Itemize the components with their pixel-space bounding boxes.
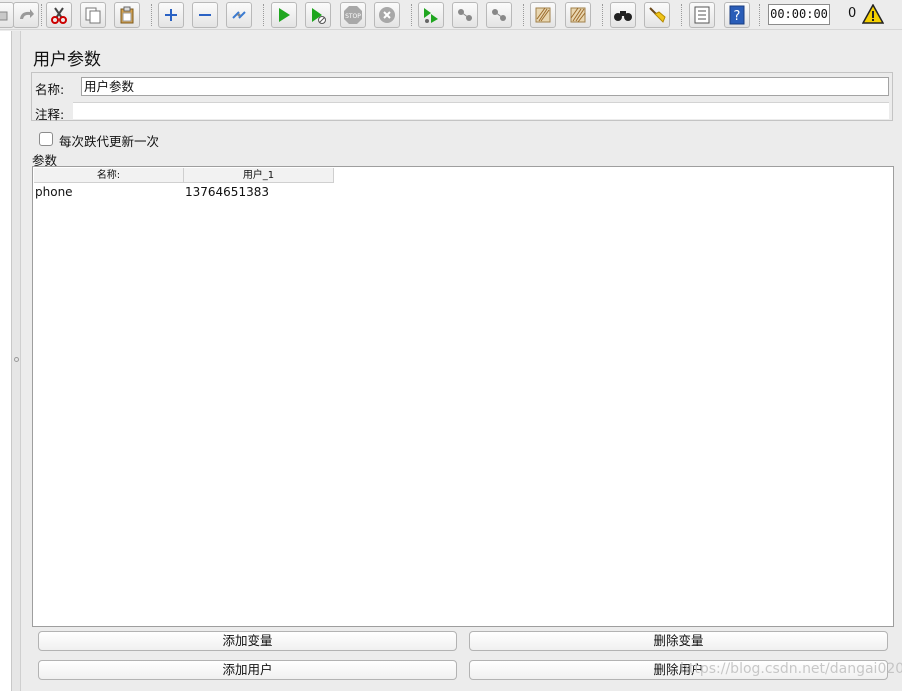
remote-start-icon — [424, 8, 438, 23]
page-title: 用户参数 — [33, 50, 101, 70]
comment-label: 注释: — [35, 107, 65, 122]
name-comment-panel: 名称: 用户参数 注释: — [31, 72, 893, 122]
remote-stop-button[interactable] — [452, 2, 478, 28]
column-header-name[interactable]: 名称: — [34, 168, 184, 183]
play-no-timer-icon — [312, 8, 326, 24]
redo-button[interactable] — [13, 2, 39, 28]
comment-input[interactable] — [73, 102, 889, 119]
copy-icon — [85, 7, 101, 24]
add-variable-button[interactable]: 添加变量 — [38, 631, 457, 651]
expand-button[interactable] — [158, 2, 184, 28]
paste-button[interactable] — [114, 2, 140, 28]
redo-icon — [20, 9, 34, 19]
svg-text:STOP: STOP — [345, 13, 361, 20]
shutdown-button[interactable] — [374, 2, 400, 28]
broom-icon — [535, 7, 551, 23]
svg-text:?: ? — [734, 9, 741, 24]
plus-icon — [165, 9, 177, 21]
shutdown-icon — [379, 7, 395, 23]
collapse-button[interactable] — [192, 2, 218, 28]
remote-start-button[interactable] — [418, 2, 444, 28]
delete-variable-button[interactable]: 删除变量 — [469, 631, 888, 651]
function-helper-button[interactable] — [689, 2, 715, 28]
open-icon — [0, 11, 8, 21]
help-icon: ? — [729, 5, 745, 25]
elapsed-timer: 00:00:00 — [768, 4, 830, 25]
add-user-button[interactable]: 添加用户 — [38, 660, 457, 680]
name-label: 名称: — [35, 82, 65, 97]
divider-grip-icon — [14, 357, 19, 362]
remote-shutdown-button[interactable] — [486, 2, 512, 28]
clear-button[interactable] — [530, 2, 556, 28]
clear-all-button[interactable] — [565, 2, 591, 28]
table-header: 名称: 用户_1 — [34, 168, 334, 183]
remote-stop-icon — [458, 9, 472, 21]
cut-button[interactable] — [46, 2, 72, 28]
watermark: https://blog.csdn.net/dangai0201 — [680, 661, 902, 677]
stop-button[interactable]: STOP — [340, 2, 366, 28]
table-cell-name[interactable]: phone — [35, 185, 73, 199]
tree-panel[interactable] — [0, 31, 12, 691]
broom-all-icon — [570, 7, 586, 23]
toggle-button[interactable] — [226, 2, 252, 28]
split-divider[interactable] — [12, 31, 21, 691]
list-icon — [694, 6, 710, 24]
error-count: 0 — [848, 6, 857, 21]
name-input[interactable]: 用户参数 — [81, 77, 889, 96]
broom-yellow-icon — [649, 7, 666, 23]
minus-icon — [199, 14, 211, 16]
update-once-per-iteration-checkbox[interactable] — [39, 132, 53, 146]
column-header-user-1[interactable]: 用户_1 — [184, 168, 334, 183]
warning-icon[interactable] — [862, 4, 884, 24]
copy-button[interactable] — [80, 2, 106, 28]
reset-search-button[interactable] — [644, 2, 670, 28]
scissors-icon — [51, 7, 67, 24]
binoculars-icon — [614, 11, 632, 21]
search-button[interactable] — [610, 2, 636, 28]
start-no-pause-button[interactable] — [305, 2, 331, 28]
parameters-table[interactable]: 名称: 用户_1 phone 13764651383 — [32, 166, 894, 627]
remote-shutdown-icon — [492, 9, 506, 21]
table-cell-value[interactable]: 13764651383 — [185, 185, 269, 199]
help-button[interactable]: ? — [724, 2, 750, 28]
toggle-icon — [232, 11, 246, 19]
stop-icon: STOP — [344, 6, 362, 24]
open-button[interactable] — [0, 2, 14, 28]
start-button[interactable] — [271, 2, 297, 28]
play-icon — [279, 8, 290, 22]
toolbar: STOP ? 00:00:00 0 — [0, 0, 902, 30]
update-once-per-iteration-label[interactable]: 每次跌代更新一次 — [59, 131, 159, 150]
clipboard-icon — [120, 6, 134, 24]
